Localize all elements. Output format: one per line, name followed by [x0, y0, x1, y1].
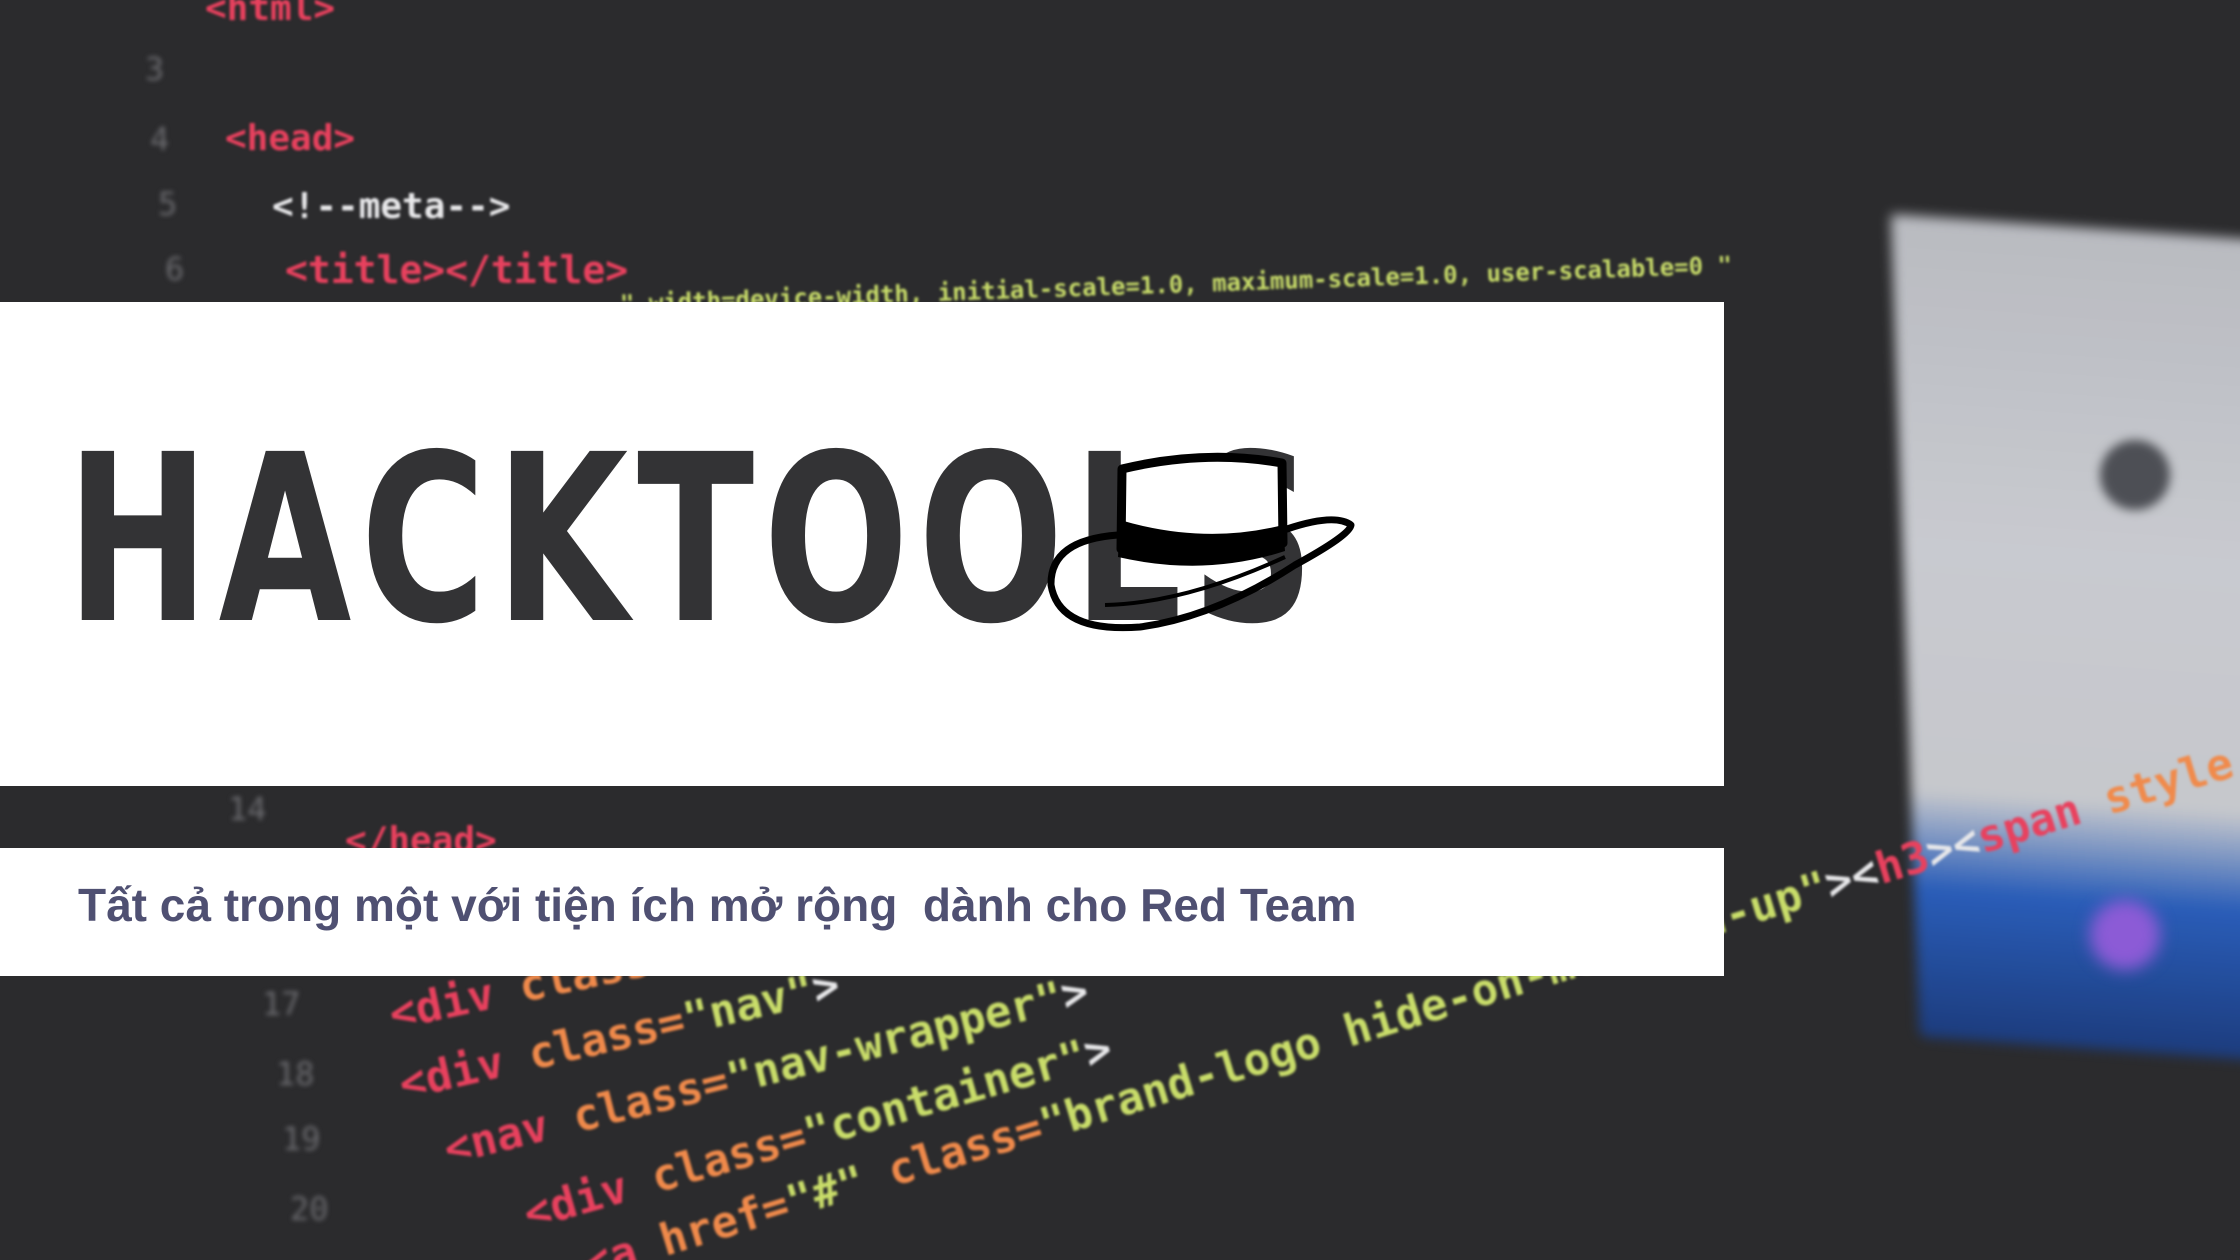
code-token: span [1970, 776, 2113, 864]
code-line: <title></title> [285, 248, 628, 292]
code-token: <html> [205, 0, 336, 29]
code-token: <!--meta--> [272, 186, 511, 227]
code-token: <head> [225, 118, 356, 159]
code-token: class= [567, 1055, 734, 1144]
code-line: <html> [205, 0, 335, 29]
page-title: HACKTOOLS [66, 405, 1324, 675]
code-token: style [2097, 737, 2240, 826]
code-token: <title> [285, 248, 446, 292]
code-token: <div [394, 1030, 535, 1111]
code-line: <head> [225, 118, 355, 159]
code-token: </title> [445, 248, 629, 292]
cowboy-hat-icon [1047, 452, 1355, 632]
code-line: <!--meta--> [272, 186, 510, 227]
code-token: <nav [438, 1093, 580, 1176]
code-token: "nav" [678, 965, 819, 1045]
page-subtitle: Tất cả trong một với tiện ích mở rộng dà… [78, 879, 1357, 931]
